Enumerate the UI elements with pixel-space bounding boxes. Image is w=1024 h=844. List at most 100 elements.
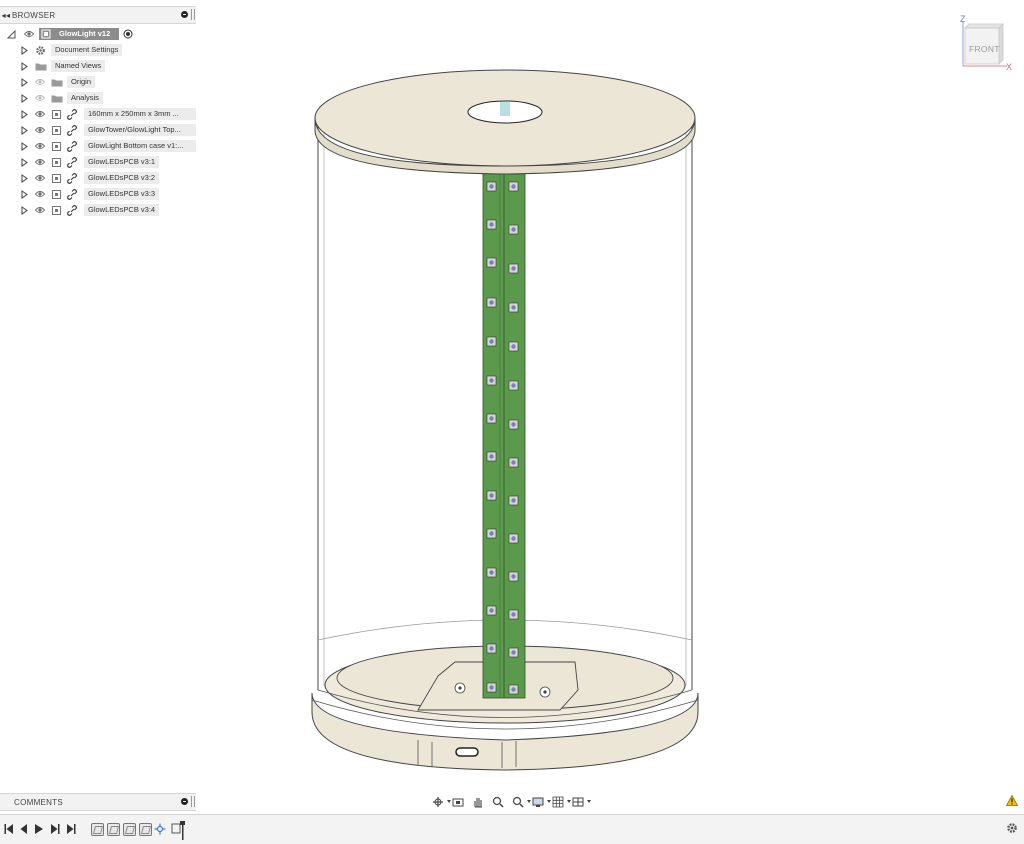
tree-item-component[interactable]: GlowLEDsPCB v3:2: [0, 170, 196, 186]
expand-triangle-icon[interactable]: [21, 110, 28, 119]
tree-item-component[interactable]: 160mm x 250mm x 3mm ...: [0, 106, 196, 122]
tree-item-document-settings[interactable]: Document Settings: [0, 42, 196, 58]
expand-triangle-icon[interactable]: [21, 190, 28, 199]
timeline-feature-icon[interactable]: [139, 823, 152, 836]
tree-item-origin[interactable]: Origin: [0, 74, 196, 90]
tree-item-label: GlowLEDsPCB v3:2: [84, 172, 160, 184]
expand-triangle-icon[interactable]: [21, 62, 28, 71]
panel-resize-handle[interactable]: [191, 796, 195, 807]
collapse-panel-icon[interactable]: ◂◂: [0, 11, 12, 20]
browser-header: ◂◂ BROWSER: [0, 6, 196, 24]
tree-item-label: GlowLEDsPCB v3:1: [84, 156, 160, 168]
step-forward-icon[interactable]: [50, 823, 60, 835]
joint-icon[interactable]: [154, 823, 166, 835]
z-axis-label: Z: [960, 14, 966, 24]
usb-c-port: [455, 747, 479, 757]
activate-radio-icon[interactable]: [123, 29, 133, 39]
expand-triangle-icon[interactable]: [21, 46, 28, 55]
tree-item-analysis[interactable]: Analysis: [0, 90, 196, 106]
eye-hidden-icon[interactable]: [35, 78, 45, 86]
viewports-icon[interactable]: [572, 795, 591, 807]
component-icon: [52, 126, 61, 135]
timeline-settings-gear-icon[interactable]: [1006, 822, 1018, 834]
component-icon: [52, 158, 61, 167]
viewcube[interactable]: Z X FRONT: [955, 14, 1015, 74]
expand-triangle-icon[interactable]: [21, 78, 28, 87]
timeline-feature-icon[interactable]: [91, 823, 104, 836]
component-icon: [52, 142, 61, 151]
tree-item-named-views[interactable]: Named Views: [0, 58, 196, 74]
pan-icon[interactable]: [472, 795, 486, 808]
comments-title: COMMENTS: [14, 797, 64, 807]
browser-panel: ◂◂ BROWSER GlowLight v12 Document Settin…: [0, 6, 196, 216]
x-axis-label: X: [1006, 62, 1013, 72]
tree-item-label: 160mm x 250mm x 3mm ...: [84, 108, 196, 120]
play-icon[interactable]: [34, 823, 44, 835]
grid-icon[interactable]: [552, 795, 571, 808]
expanded-triangle-icon[interactable]: [7, 30, 16, 39]
root-label: GlowLight v12: [59, 29, 111, 38]
fit-icon[interactable]: [512, 795, 531, 808]
component-icon: [52, 110, 61, 119]
link-icon: [67, 157, 77, 168]
folder-icon: [51, 79, 63, 87]
eye-icon[interactable]: [35, 190, 45, 198]
tree-item-label: GlowLEDsPCB v3:3: [84, 188, 160, 200]
tree-item-component[interactable]: GlowTower/GlowLight Top...: [0, 122, 196, 138]
eye-icon[interactable]: [35, 158, 45, 166]
go-to-start-icon[interactable]: [4, 823, 14, 835]
expand-triangle-icon[interactable]: [21, 94, 28, 103]
eye-icon[interactable]: [35, 174, 45, 182]
component-icon: [41, 29, 51, 39]
go-to-end-icon[interactable]: [66, 823, 76, 835]
link-icon: [67, 141, 77, 152]
comments-add-icon[interactable]: [181, 798, 188, 805]
tree-item-label: GlowTower/GlowLight Top...: [84, 124, 196, 136]
viewcube-face-label: FRONT: [969, 44, 1000, 54]
eye-icon[interactable]: [35, 142, 45, 150]
component-icon: [52, 206, 61, 215]
look-at-icon[interactable]: [452, 795, 466, 807]
link-icon: [67, 109, 77, 120]
expand-triangle-icon[interactable]: [21, 206, 28, 215]
tree-item-label: Origin: [67, 76, 96, 88]
root-component[interactable]: GlowLight v12: [39, 28, 119, 40]
expand-triangle-icon[interactable]: [21, 126, 28, 135]
eye-hidden-icon[interactable]: [35, 94, 45, 102]
tree-item-component[interactable]: GlowLEDsPCB v3:3: [0, 186, 196, 202]
expand-triangle-icon[interactable]: [21, 142, 28, 151]
panel-resize-handle[interactable]: [191, 9, 195, 20]
step-back-icon[interactable]: [18, 823, 28, 835]
tree-item-component[interactable]: GlowLEDsPCB v3:1: [0, 154, 196, 170]
timeline-feature-icon[interactable]: [107, 823, 120, 836]
timeline-marker-icon[interactable]: [170, 821, 188, 841]
expand-triangle-icon[interactable]: [21, 158, 28, 167]
tree-root-row[interactable]: GlowLight v12: [0, 26, 196, 42]
link-icon: [67, 173, 77, 184]
tree-item-label: Analysis: [67, 92, 103, 104]
warning-icon[interactable]: [1006, 795, 1018, 806]
eye-icon[interactable]: [35, 110, 45, 118]
tree-item-label: GlowLight Bottom case v1:...: [84, 140, 196, 152]
component-icon: [52, 190, 61, 199]
model-viewport[interactable]: [300, 60, 710, 780]
comments-header[interactable]: COMMENTS: [0, 793, 196, 811]
component-icon: [52, 174, 61, 183]
eye-icon[interactable]: [24, 30, 34, 38]
timeline-feature-icon[interactable]: [123, 823, 136, 836]
panel-options-icon[interactable]: [181, 11, 188, 18]
expand-triangle-icon[interactable]: [21, 174, 28, 183]
zoom-icon[interactable]: [492, 795, 506, 808]
folder-icon: [35, 63, 47, 71]
display-settings-icon[interactable]: [532, 795, 551, 807]
eye-icon[interactable]: [35, 126, 45, 134]
orbit-icon[interactable]: [432, 795, 451, 807]
tree-item-label: GlowLEDsPCB v3:4: [84, 204, 160, 216]
eye-icon[interactable]: [35, 206, 45, 214]
tree-item-component[interactable]: GlowLEDsPCB v3:4: [0, 202, 196, 218]
gear-icon: [36, 46, 45, 55]
link-icon: [67, 205, 77, 216]
navigation-toolbar: [432, 794, 591, 808]
folder-icon: [51, 95, 63, 103]
tree-item-component[interactable]: GlowLight Bottom case v1:...: [0, 138, 196, 154]
